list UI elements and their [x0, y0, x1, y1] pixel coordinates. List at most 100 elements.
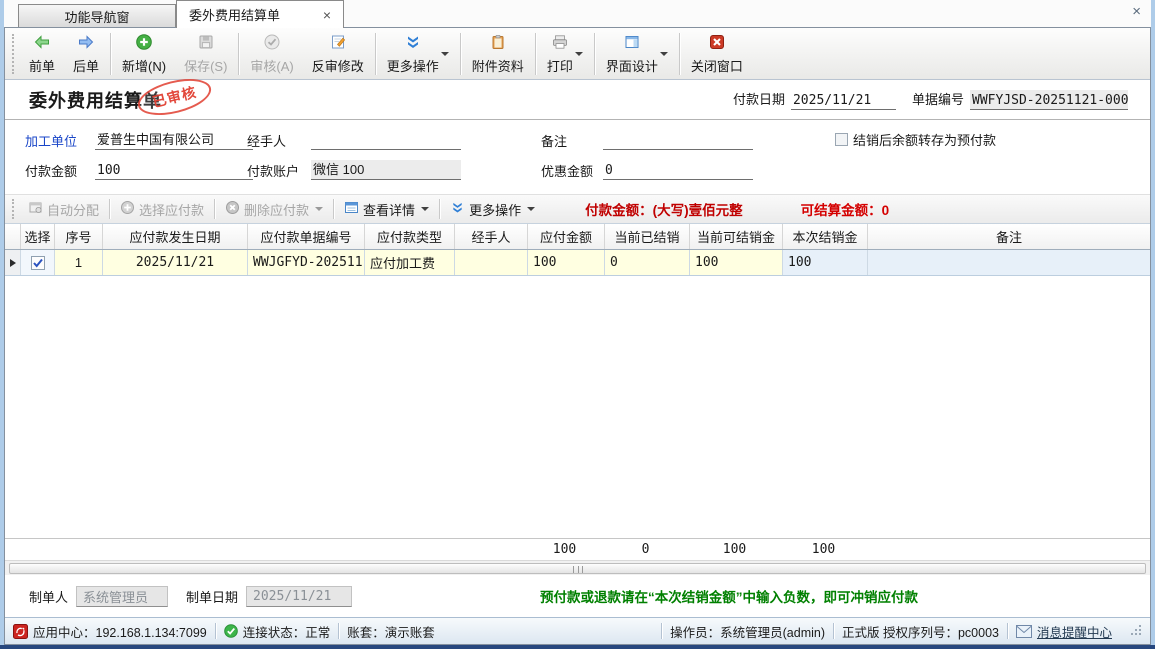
- dropdown-arrow-icon: [315, 207, 323, 211]
- cell-date[interactable]: 2025/11/21: [103, 250, 248, 275]
- row-select-cell[interactable]: [21, 250, 55, 275]
- toolbar-grip: [12, 34, 17, 74]
- payables-grid: 选择 序号 应付款发生日期 应付款单据编号 应付款类型 经手人 应付金额 当前已…: [5, 224, 1150, 575]
- grid-more-actions-button[interactable]: 更多操作: [442, 200, 543, 219]
- prev-doc-label: 前单: [29, 56, 55, 75]
- arrow-left-icon: [33, 33, 51, 54]
- printer-icon: [551, 33, 569, 54]
- footer-bar: 制单人 系统管理员 制单日期 2025/11/21 预付款或退款请在“本次结销金…: [5, 575, 1150, 617]
- maker-field: 系统管理员: [76, 586, 168, 607]
- table-row[interactable]: 1 2025/11/21 WWJGFYD-202511 应付加工费 100 0 …: [5, 250, 1150, 276]
- message-center-text: 消息提醒中心: [1037, 622, 1112, 641]
- check-circle-icon: [263, 33, 281, 54]
- handler-field[interactable]: [311, 130, 461, 150]
- pay-date-label: 付款日期: [733, 89, 785, 110]
- header-seq[interactable]: 序号: [55, 224, 103, 249]
- header-this-settle[interactable]: 本次结销金: [783, 224, 868, 249]
- header-type[interactable]: 应付款类型: [365, 224, 455, 249]
- cell-doc-no[interactable]: WWJGFYD-202511: [248, 250, 365, 275]
- pay-date-field[interactable]: 2025/11/21: [791, 90, 896, 110]
- close-window-label: 关闭窗口: [691, 56, 743, 75]
- header-remark[interactable]: 备注: [868, 224, 1150, 249]
- ui-design-button[interactable]: 界面设计: [597, 30, 677, 78]
- document-header: 委外费用结算单 已审核 付款日期 2025/11/21 单据编号 WWFYJSD…: [5, 80, 1150, 120]
- attachments-button[interactable]: 附件资料: [463, 30, 533, 78]
- header-settled[interactable]: 当前已结销: [605, 224, 690, 249]
- toolbar-separator: [460, 33, 461, 75]
- cell-settleable[interactable]: 100: [690, 250, 783, 275]
- processing-unit-field[interactable]: 爱普生中国有限公司: [95, 130, 253, 150]
- cell-handler[interactable]: [455, 250, 528, 275]
- toolbar-separator: [594, 33, 595, 75]
- main-content: 前单 后单 新增(N) 保存(S) 审核(A) 反审修改: [4, 27, 1151, 645]
- discount-field[interactable]: 0: [603, 160, 753, 180]
- discount-label: 优惠金额: [541, 160, 593, 180]
- print-button[interactable]: 打印: [538, 30, 592, 78]
- dropdown-arrow-icon[interactable]: [527, 207, 535, 211]
- toolbar-separator: [535, 33, 536, 75]
- connection-text: 连接状态：正常: [243, 622, 331, 641]
- remark-field[interactable]: [603, 130, 753, 150]
- connection-status: 连接状态：正常: [216, 622, 339, 641]
- view-details-button[interactable]: 查看详情: [336, 200, 437, 219]
- dropdown-arrow-icon[interactable]: [660, 52, 668, 56]
- processing-unit-link[interactable]: 加工单位: [25, 130, 77, 150]
- form-area: 加工单位 爱普生中国有限公司 经手人 备注 结销后余额转存为预付款 付款金额 1…: [5, 120, 1150, 194]
- audited-stamp: 已审核: [134, 72, 215, 121]
- header-settleable[interactable]: 当前可结销金: [690, 224, 783, 249]
- gridbar-grip: [12, 199, 17, 219]
- tab-settlement-doc[interactable]: 委外费用结算单 ×: [176, 0, 344, 28]
- app-center-status: 应用中心：192.168.1.134:7099: [13, 622, 215, 641]
- select-payable-label: 选择应付款: [139, 200, 204, 219]
- checkbox-unchecked-icon[interactable]: [835, 133, 848, 146]
- dropdown-arrow-icon[interactable]: [441, 52, 449, 56]
- dropdown-arrow-icon[interactable]: [421, 207, 429, 211]
- cell-this-settle[interactable]: 100: [783, 250, 868, 275]
- scrollbar-thumb[interactable]: [9, 563, 1146, 574]
- header-doc-no[interactable]: 应付款单据编号: [248, 224, 365, 249]
- cell-remark[interactable]: [868, 250, 1150, 275]
- header-date[interactable]: 应付款发生日期: [103, 224, 248, 249]
- balance-to-prepay-checkbox[interactable]: 结销后余额转存为预付款: [835, 130, 996, 149]
- header-select[interactable]: 选择: [21, 224, 55, 249]
- cell-amount[interactable]: 100: [528, 250, 605, 275]
- add-new-button[interactable]: 新增(N): [113, 30, 175, 78]
- next-doc-button[interactable]: 后单: [64, 30, 108, 78]
- toolbar-separator: [238, 33, 239, 75]
- gridbar-separator: [214, 199, 215, 219]
- tab-nav-window[interactable]: 功能导航窗: [18, 4, 176, 28]
- pay-amount-field[interactable]: 100: [95, 160, 253, 180]
- unaudit-edit-button[interactable]: 反审修改: [303, 30, 373, 78]
- app-window: 功能导航窗 委外费用结算单 × × 前单 后单 新增(N): [0, 0, 1155, 649]
- settleable-amount-text: 可结算金额：0: [801, 199, 890, 219]
- license-text: 正式版 授权序列号：pc0003: [842, 622, 999, 641]
- cell-settled[interactable]: 0: [605, 250, 690, 275]
- header-handler[interactable]: 经手人: [455, 224, 528, 249]
- attachments-label: 附件资料: [472, 56, 524, 75]
- gridbar-separator: [333, 199, 334, 219]
- close-red-icon: [708, 33, 726, 54]
- account-set-text: 账套：演示账套: [347, 622, 435, 641]
- app-logo-icon: [13, 624, 28, 639]
- header-amount[interactable]: 应付金额: [528, 224, 605, 249]
- horizontal-scrollbar[interactable]: [5, 560, 1150, 575]
- pay-account-field[interactable]: 微信 100: [311, 160, 461, 180]
- double-chevron-down-icon: [450, 200, 465, 218]
- cell-seq[interactable]: 1: [55, 250, 103, 275]
- gridbar-separator: [439, 199, 440, 219]
- scrollbar-grip-icon: [573, 566, 583, 573]
- close-window-button[interactable]: 关闭窗口: [682, 30, 752, 78]
- auto-allocate-button: 自动分配: [20, 200, 107, 219]
- account-set-status: 账套：演示账套: [339, 622, 443, 641]
- prev-doc-button[interactable]: 前单: [20, 30, 64, 78]
- message-center-link[interactable]: 消息提醒中心: [1008, 622, 1120, 641]
- more-actions-button[interactable]: 更多操作: [378, 30, 458, 78]
- dropdown-arrow-icon[interactable]: [575, 52, 583, 56]
- resize-grip-icon[interactable]: [1130, 624, 1142, 639]
- cell-type[interactable]: 应付加工费: [365, 250, 455, 275]
- pay-amount-label: 付款金额: [25, 160, 77, 180]
- window-close-icon[interactable]: ×: [1132, 4, 1141, 19]
- operator-text: 操作员：系统管理员(admin): [670, 622, 825, 641]
- tab-close-icon[interactable]: ×: [323, 8, 331, 22]
- summary-settled: 0: [603, 542, 688, 557]
